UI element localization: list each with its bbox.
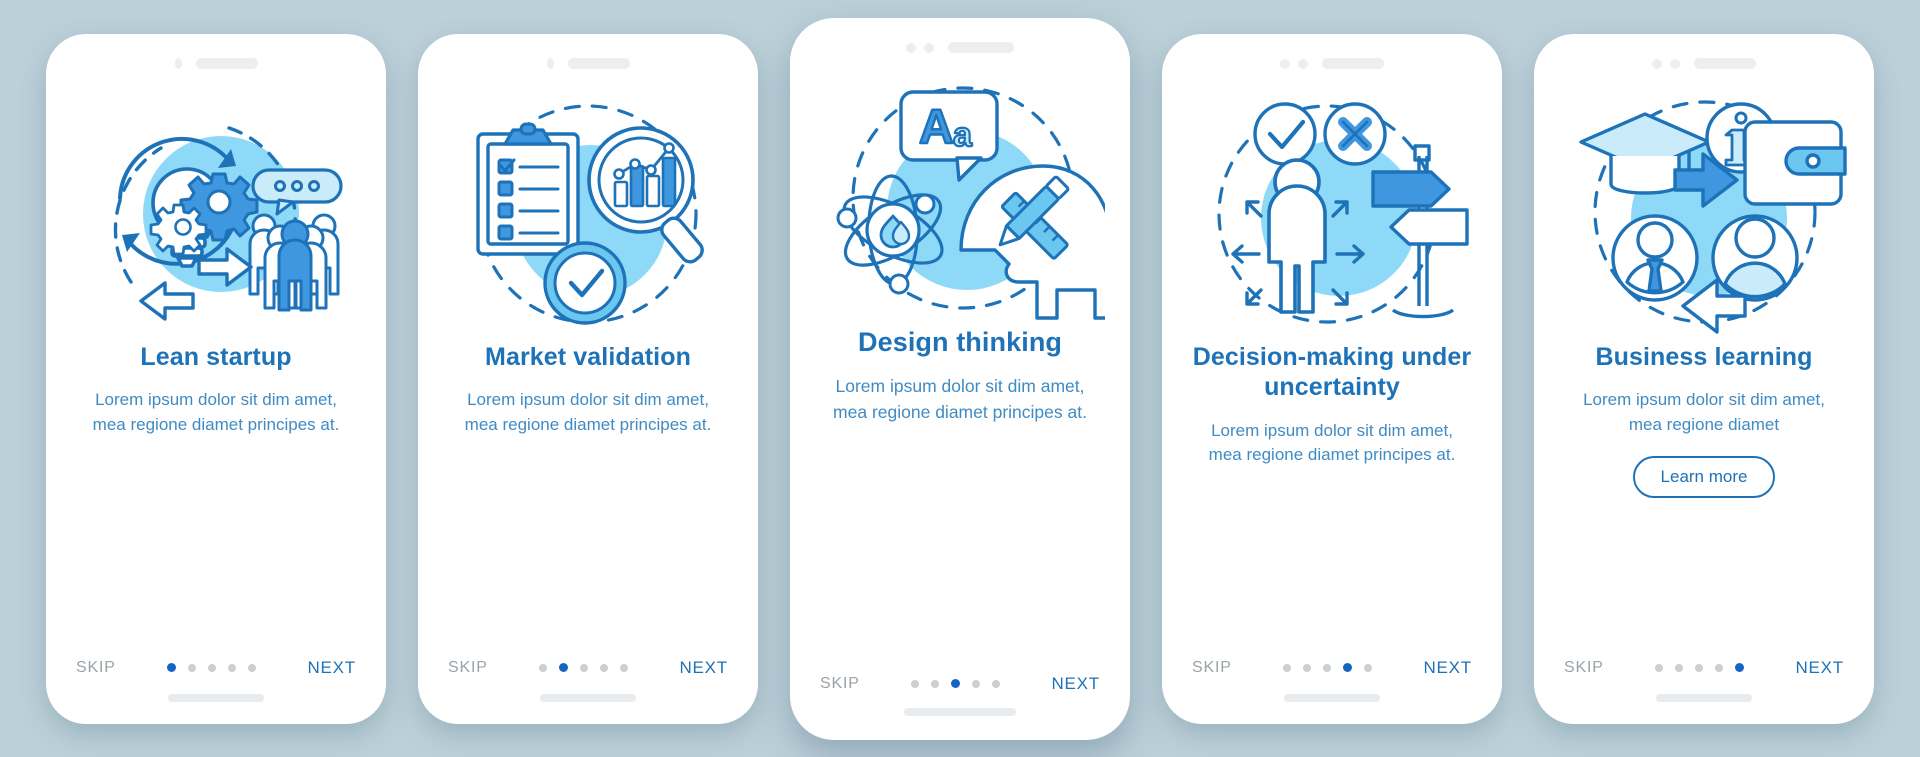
pagination-dot-5[interactable]	[248, 663, 257, 672]
pagination-dots	[1655, 663, 1745, 672]
speaker-grill-icon	[948, 42, 1014, 53]
pagination-dots	[1283, 663, 1373, 672]
sensor-icon	[1670, 58, 1680, 69]
pagination-dot-3[interactable]	[951, 679, 961, 688]
graduation-wallet-avatars-icon	[1559, 86, 1849, 336]
head-atom-ruler-pencil-icon: A a	[815, 70, 1105, 320]
screen-copy: Business learning Lorem ipsum dolor sit …	[1534, 336, 1874, 498]
next-button[interactable]: NEXT	[679, 658, 728, 678]
onboarding-nav: SKIP NEXT	[790, 674, 1130, 694]
skip-button[interactable]: SKIP	[448, 659, 488, 677]
pagination-dots	[539, 663, 629, 672]
pagination-dot-5[interactable]	[620, 663, 629, 672]
onboarding-screen-design-thinking: A a Design thinking Lorem ipsum dolor si…	[790, 17, 1130, 740]
next-button[interactable]: NEXT	[307, 658, 356, 678]
pagination-dot-5[interactable]	[1364, 663, 1373, 672]
svg-text:a: a	[953, 116, 973, 154]
onboarding-screens-board: Lean startup Lorem ipsum dolor sit dim a…	[0, 0, 1920, 757]
onboarding-nav: SKIP NEXT	[1162, 658, 1502, 678]
pagination-dot-2[interactable]	[188, 663, 197, 672]
onboarding-nav: SKIP NEXT	[46, 658, 386, 678]
screen-copy: Design thinking Lorem ipsum dolor sit di…	[790, 320, 1130, 426]
pagination-dot-4[interactable]	[1715, 663, 1724, 672]
camera-icon	[906, 42, 916, 53]
pagination-dot-1[interactable]	[911, 679, 920, 688]
pagination-dot-4[interactable]	[600, 663, 609, 672]
speaker-grill-icon	[567, 58, 630, 69]
pagination-dot-3[interactable]	[1323, 663, 1332, 672]
pagination-dot-5[interactable]	[992, 679, 1001, 688]
pagination-dots	[911, 679, 1001, 688]
pagination-dot-1[interactable]	[539, 663, 548, 672]
pagination-dot-2[interactable]	[1303, 663, 1312, 672]
pagination-dot-1[interactable]	[1283, 663, 1292, 672]
onboarding-nav: SKIP NEXT	[418, 658, 758, 678]
camera-icon	[1280, 58, 1290, 69]
camera-icon	[174, 58, 182, 69]
onboarding-screen-market-validation: Market validation Lorem ipsum dolor sit …	[418, 33, 758, 724]
skip-button[interactable]: SKIP	[820, 675, 860, 693]
pagination-dot-2[interactable]	[931, 679, 940, 688]
pagination-dot-4[interactable]	[228, 663, 237, 672]
onboarding-nav: SKIP NEXT	[1534, 658, 1874, 678]
pagination-dot-4[interactable]	[972, 679, 981, 688]
next-button[interactable]: NEXT	[1795, 658, 1844, 678]
phone-status-bar	[790, 18, 1130, 64]
camera-icon	[1652, 58, 1662, 69]
pagination-dot-3[interactable]	[208, 663, 217, 672]
screen-copy: Lean startup Lorem ipsum dolor sit dim a…	[46, 336, 386, 438]
pagination-dot-2[interactable]	[559, 663, 569, 672]
page-description: Lorem ipsum dolor sit dim amet, mea regi…	[464, 390, 712, 434]
lightbulb-gears-team-icon	[71, 86, 361, 336]
sensor-icon	[1298, 58, 1308, 69]
onboarding-screen-lean-startup: Lean startup Lorem ipsum dolor sit dim a…	[46, 33, 386, 724]
learn-more-button[interactable]: Learn more	[1632, 455, 1776, 498]
page-title: Market validation	[485, 342, 691, 371]
sensor-icon	[924, 42, 934, 53]
pagination-dot-3[interactable]	[580, 663, 589, 672]
svg-text:A: A	[919, 101, 954, 154]
home-indicator	[168, 693, 264, 702]
screen-copy: Market validation Lorem ipsum dolor sit …	[418, 336, 758, 438]
skip-button[interactable]: SKIP	[1192, 659, 1232, 677]
home-indicator	[540, 693, 636, 702]
page-description: Lorem ipsum dolor sit dim amet, mea regi…	[833, 376, 1087, 423]
next-button[interactable]: NEXT	[1423, 658, 1472, 678]
pagination-dot-1[interactable]	[167, 663, 177, 672]
pagination-dot-5[interactable]	[1735, 663, 1745, 672]
next-button[interactable]: NEXT	[1051, 674, 1100, 694]
page-title: Lean startup	[140, 342, 292, 371]
onboarding-screen-business-learning: Business learning Lorem ipsum dolor sit …	[1534, 33, 1874, 724]
page-title: Decision-making under uncertainty	[1192, 342, 1472, 402]
person-signpost-arrows-icon	[1187, 86, 1477, 336]
page-description: Lorem ipsum dolor sit dim amet, mea regi…	[1583, 390, 1825, 434]
pagination-dot-3[interactable]	[1695, 663, 1704, 672]
pagination-dot-4[interactable]	[1343, 663, 1353, 672]
camera-icon	[546, 58, 554, 69]
page-title: Design thinking	[858, 326, 1062, 357]
speaker-grill-icon	[195, 58, 258, 69]
phone-status-bar	[418, 34, 758, 80]
skip-button[interactable]: SKIP	[1564, 659, 1604, 677]
pagination-dots	[167, 663, 257, 672]
home-indicator	[904, 707, 1016, 716]
page-description: Lorem ipsum dolor sit dim amet, mea regi…	[92, 390, 340, 434]
speaker-grill-icon	[1694, 58, 1756, 69]
screen-copy: Decision-making under uncertainty Lorem …	[1162, 336, 1502, 469]
phone-status-bar	[1534, 34, 1874, 80]
phone-status-bar	[46, 34, 386, 80]
pagination-dot-2[interactable]	[1675, 663, 1684, 672]
onboarding-screen-decision-making: Decision-making under uncertainty Lorem …	[1162, 33, 1502, 724]
page-title: Business learning	[1595, 342, 1813, 371]
skip-button[interactable]: SKIP	[76, 659, 116, 677]
speaker-grill-icon	[1322, 58, 1384, 69]
home-indicator	[1284, 693, 1380, 702]
home-indicator	[1656, 693, 1752, 702]
phone-status-bar	[1162, 34, 1502, 80]
pagination-dot-1[interactable]	[1655, 663, 1664, 672]
clipboard-checklist-magnifier-icon	[443, 86, 733, 336]
page-description: Lorem ipsum dolor sit dim amet, mea regi…	[1208, 420, 1456, 465]
